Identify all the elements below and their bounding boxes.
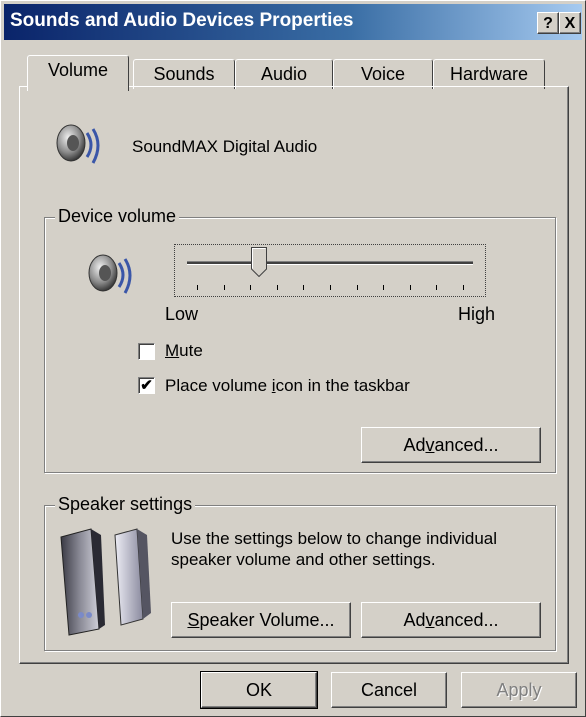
volume-low-label: Low: [165, 304, 199, 324]
volume-slider-tick: [303, 285, 305, 290]
tab-volume[interactable]: Volume: [27, 55, 129, 91]
ok-button[interactable]: OK: [200, 671, 318, 709]
volume-high-label: High: [458, 304, 496, 324]
volume-slider-tick: [383, 285, 385, 290]
volume-slider-thumb[interactable]: [250, 247, 267, 278]
volume-slider-tick: [436, 285, 438, 290]
help-button[interactable]: ?: [537, 12, 559, 34]
tab-audio[interactable]: Audio: [235, 59, 333, 89]
speaker-icon: [53, 121, 107, 171]
speaker-settings-label: Speaker settings: [55, 494, 196, 515]
tab-sounds[interactable]: Sounds: [133, 59, 235, 89]
volume-slider-tick: [276, 285, 278, 290]
mute-label[interactable]: Mute: [165, 341, 203, 361]
volume-slider-tick: [197, 285, 198, 290]
tab-hardware[interactable]: Hardware: [433, 59, 545, 89]
window-title: Sounds and Audio Devices Properties: [10, 10, 354, 31]
volume-slider[interactable]: [174, 244, 486, 297]
taskbar-icon-checkbox[interactable]: ✔: [138, 377, 155, 394]
speaker-advanced-button[interactable]: Advanced...: [361, 602, 541, 638]
apply-button[interactable]: Apply: [461, 672, 577, 708]
dialog-window: Sounds and Audio Devices Properties ? X …: [0, 0, 586, 717]
volume-slider-tick: [356, 285, 358, 290]
mute-checkbox[interactable]: [138, 343, 155, 360]
device-name: SoundMAX Digital Audio: [132, 137, 318, 156]
volume-slider-tick: [250, 285, 252, 290]
volume-slider-tick: [223, 285, 225, 290]
speaker-volume-button[interactable]: Speaker Volume...: [171, 602, 351, 638]
speakers-icon: [55, 525, 159, 637]
speaker-settings-text-line1: Use the settings below to change individ…: [171, 529, 498, 548]
tab-voice[interactable]: Voice: [333, 59, 433, 89]
title-bar[interactable]: Sounds and Audio Devices Properties ? X: [4, 4, 582, 40]
volume-slider-tick: [409, 285, 411, 290]
device-volume-label: Device volume: [55, 206, 180, 227]
volume-speaker-icon: [85, 251, 139, 301]
cancel-button[interactable]: Cancel: [331, 672, 447, 708]
close-button[interactable]: X: [559, 12, 581, 34]
taskbar-icon-label[interactable]: Place volume icon in the taskbar: [165, 376, 410, 396]
volume-slider-track: [187, 261, 473, 265]
speaker-settings-text-line2: speaker volume and other settings.: [171, 550, 436, 569]
volume-advanced-button[interactable]: Advanced...: [361, 427, 541, 463]
volume-slider-tick: [463, 285, 464, 290]
volume-slider-tick: [330, 285, 331, 290]
